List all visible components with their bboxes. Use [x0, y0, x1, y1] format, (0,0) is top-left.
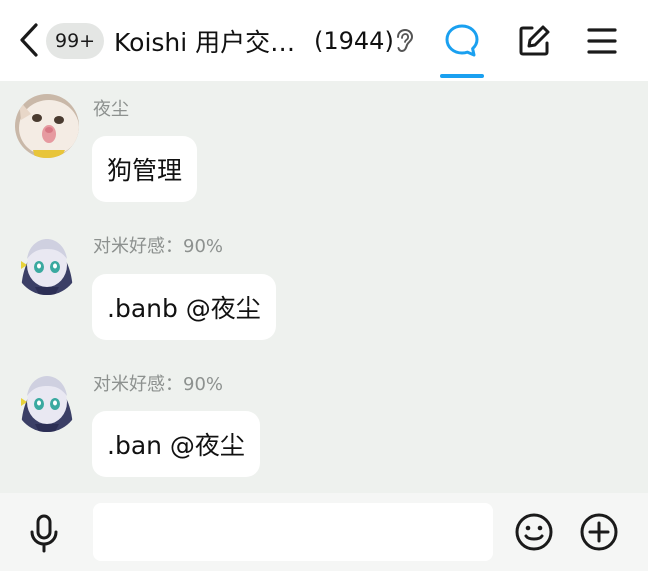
chevron-left-icon	[20, 23, 38, 57]
voice-button[interactable]	[24, 513, 64, 553]
ear-icon[interactable]	[394, 28, 414, 54]
message-input[interactable]	[93, 503, 493, 561]
avatar[interactable]	[15, 368, 79, 432]
active-tab-indicator	[440, 74, 484, 78]
menu-button[interactable]	[580, 19, 624, 63]
edit-icon	[519, 25, 550, 56]
back-button[interactable]	[14, 20, 44, 60]
more-button[interactable]	[579, 512, 619, 552]
sender-name[interactable]: 夜尘	[93, 95, 129, 121]
chat-bubble-icon	[445, 24, 479, 57]
anime-avatar-icon	[15, 231, 79, 295]
input-bar	[0, 493, 648, 571]
microphone-icon	[30, 514, 58, 553]
message-bubble[interactable]: .banb @夜尘	[92, 274, 276, 340]
sender-name[interactable]: 对米好感：90%	[93, 232, 223, 258]
sender-name[interactable]: 对米好感：90%	[93, 370, 223, 396]
plus-circle-icon	[580, 513, 618, 551]
chat-title[interactable]: Koishi 用户交…	[114, 24, 295, 58]
anime-avatar-icon	[15, 368, 79, 432]
cat-avatar-icon	[15, 94, 79, 158]
chat-tab-button[interactable]	[440, 19, 484, 63]
message-list[interactable]: 夜尘 狗管理 对米好感：90% .banb @夜尘 对米好感：90% .ban …	[0, 81, 648, 493]
chat-header: 99+ Koishi 用户交… (1944)	[0, 0, 648, 81]
edit-button[interactable]	[512, 19, 556, 63]
message-bubble[interactable]: .ban @夜尘	[92, 411, 260, 477]
message-bubble[interactable]: 狗管理	[92, 136, 198, 202]
smiley-icon	[515, 513, 553, 551]
menu-icon	[587, 28, 617, 54]
emoji-button[interactable]	[514, 512, 554, 552]
avatar[interactable]	[15, 231, 79, 295]
member-count[interactable]: (1944)	[314, 24, 394, 58]
avatar[interactable]	[15, 94, 79, 158]
unread-badge[interactable]: 99+	[46, 23, 105, 59]
